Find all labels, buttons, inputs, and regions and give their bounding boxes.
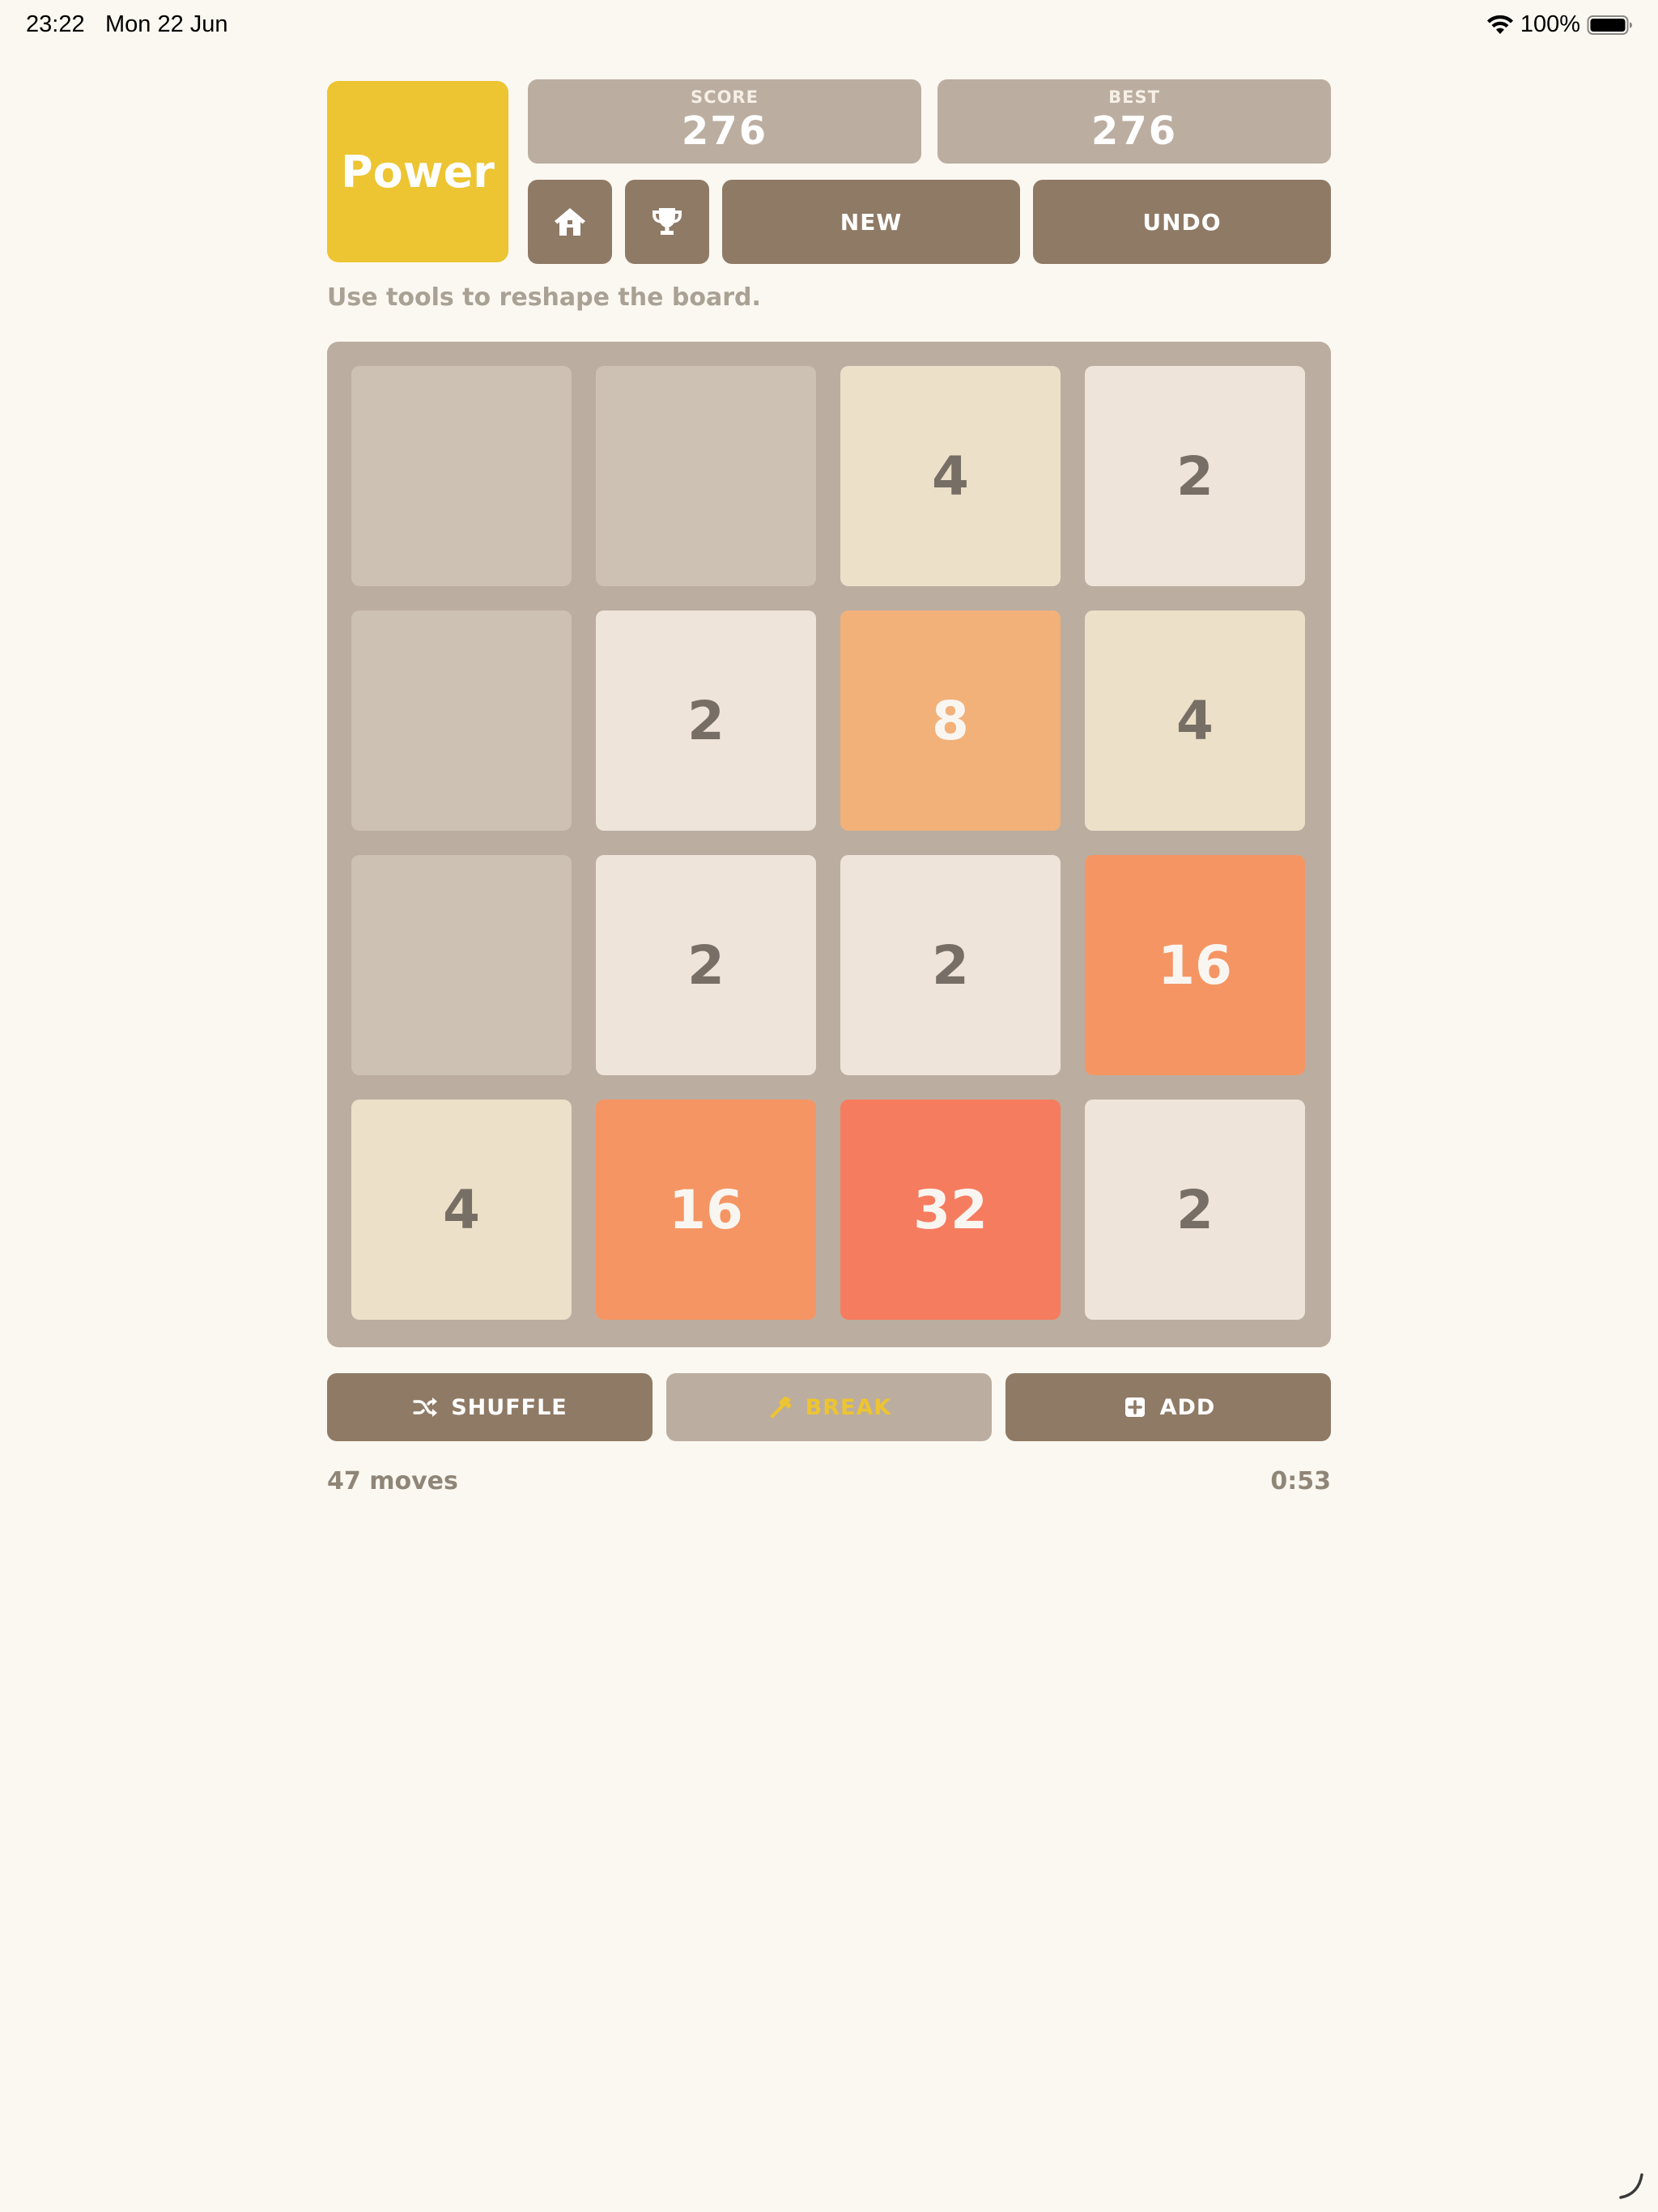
trophy-icon bbox=[653, 208, 682, 235]
tile-4[interactable]: 4 bbox=[351, 1100, 572, 1320]
status-time: 23:22 bbox=[26, 11, 85, 37]
shuffle-label: SHUFFLE bbox=[451, 1394, 568, 1420]
tile-16[interactable]: 16 bbox=[1085, 855, 1305, 1075]
tile-16[interactable]: 16 bbox=[596, 1100, 816, 1320]
home-icon bbox=[555, 208, 585, 236]
best-label: BEST bbox=[1108, 87, 1160, 107]
break-label: BREAK bbox=[805, 1394, 892, 1420]
board-cell[interactable] bbox=[351, 610, 572, 831]
score-value: 276 bbox=[681, 108, 768, 154]
plus-square-icon bbox=[1124, 1397, 1145, 1417]
tile-4[interactable]: 4 bbox=[840, 366, 1061, 586]
board-cell[interactable] bbox=[351, 366, 572, 586]
board-cell[interactable] bbox=[596, 366, 816, 586]
shuffle-button[interactable]: SHUFFLE bbox=[327, 1373, 653, 1441]
battery-percent: 100% bbox=[1520, 11, 1580, 37]
status-bar: 23:22 Mon 22 Jun 100% bbox=[0, 0, 1658, 52]
add-button[interactable]: ADD bbox=[1005, 1373, 1331, 1441]
add-label: ADD bbox=[1159, 1394, 1216, 1420]
hint-text: Use tools to reshape the board. bbox=[327, 283, 761, 312]
tile-2[interactable]: 2 bbox=[840, 855, 1061, 1075]
tile-2[interactable]: 2 bbox=[1085, 1100, 1305, 1320]
wifi-icon bbox=[1486, 15, 1513, 34]
battery-icon bbox=[1587, 15, 1632, 35]
score-box: SCORE 276 bbox=[528, 79, 921, 164]
trophy-button[interactable] bbox=[625, 180, 709, 264]
tile-2[interactable]: 2 bbox=[1085, 366, 1305, 586]
tile-32[interactable]: 32 bbox=[840, 1100, 1061, 1320]
tile-8[interactable]: 8 bbox=[840, 610, 1061, 831]
home-button[interactable] bbox=[528, 180, 612, 264]
status-right: 100% bbox=[1486, 11, 1634, 38]
game-timer: 0:53 bbox=[1270, 1467, 1331, 1495]
best-score-box: BEST 276 bbox=[937, 79, 1331, 164]
tile-2[interactable]: 2 bbox=[596, 855, 816, 1075]
game-board[interactable]: 4 2 2 8 4 2 2 16 4 16 32 2 bbox=[327, 342, 1331, 1347]
tile-4[interactable]: 4 bbox=[1085, 610, 1305, 831]
moves-counter: 47 moves bbox=[327, 1467, 458, 1495]
break-button[interactable]: BREAK bbox=[666, 1373, 992, 1441]
logo-tile: Power bbox=[327, 81, 508, 262]
shuffle-icon bbox=[413, 1397, 438, 1417]
undo-button[interactable]: UNDO bbox=[1033, 180, 1331, 264]
hammer-icon bbox=[769, 1397, 792, 1419]
new-game-button[interactable]: NEW bbox=[722, 180, 1020, 264]
score-label: SCORE bbox=[691, 87, 759, 107]
status-date: Mon 22 Jun bbox=[105, 11, 228, 37]
best-value: 276 bbox=[1090, 108, 1178, 154]
tile-2[interactable]: 2 bbox=[596, 610, 816, 831]
resize-handle-icon[interactable] bbox=[1614, 2168, 1647, 2201]
board-cell[interactable] bbox=[351, 855, 572, 1075]
